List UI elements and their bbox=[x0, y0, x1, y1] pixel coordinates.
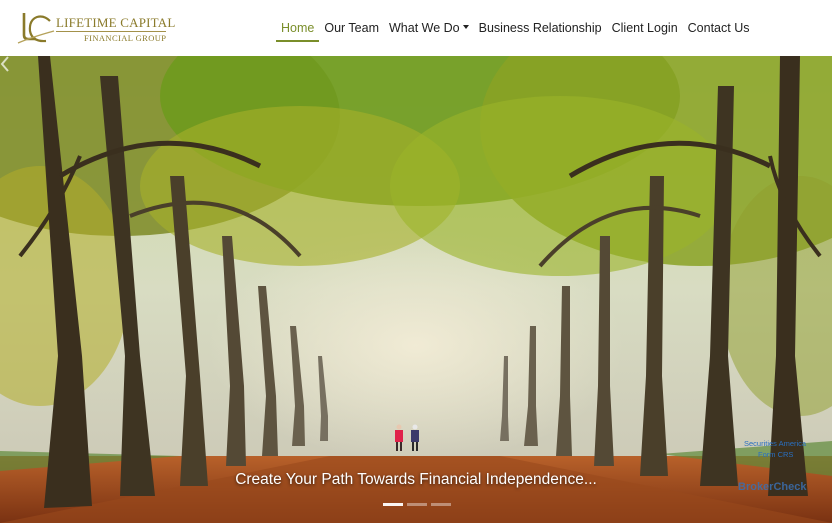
nav-what-we-do[interactable]: What We Do bbox=[384, 0, 474, 56]
nav-client-login-label: Client Login bbox=[611, 21, 678, 35]
carousel-indicator[interactable] bbox=[383, 503, 403, 506]
hero-tree-avenue-image bbox=[0, 56, 832, 523]
caret-down-icon bbox=[462, 24, 469, 29]
lc-monogram-icon bbox=[17, 13, 55, 44]
nav-our-team[interactable]: Our Team bbox=[319, 0, 384, 56]
broker-check-badge[interactable]: Securities America Form CRS BrokerCheck bbox=[738, 437, 828, 517]
site-logo[interactable]: LIFETIME CAPITAL FINANCIAL GROUP bbox=[16, 9, 175, 47]
nav-business-relationship[interactable]: Business Relationship bbox=[474, 0, 607, 56]
securities-america-link[interactable]: Securities America bbox=[744, 439, 806, 448]
brokercheck-logo[interactable]: BrokerCheck bbox=[738, 481, 806, 493]
nav-client-login[interactable]: Client Login bbox=[607, 0, 683, 56]
carousel-indicators bbox=[383, 503, 451, 506]
site-header: LIFETIME CAPITAL FINANCIAL GROUP Home Ou… bbox=[0, 0, 832, 56]
chevron-left-icon[interactable] bbox=[0, 56, 10, 72]
nav-home-label: Home bbox=[281, 21, 315, 35]
nav-contact-us-label: Contact Us bbox=[687, 21, 750, 35]
logo-title: LIFETIME CAPITAL bbox=[56, 15, 176, 30]
main-nav: Home Our Team What We Do Business Relati… bbox=[276, 0, 754, 56]
carousel-indicator[interactable] bbox=[407, 503, 427, 506]
hero-caption: Create Your Path Towards Financial Indep… bbox=[235, 471, 597, 488]
nav-home[interactable]: Home bbox=[276, 0, 320, 56]
hero-carousel: Create Your Path Towards Financial Indep… bbox=[0, 56, 832, 523]
form-crs-link[interactable]: Form CRS bbox=[758, 450, 793, 459]
nav-business-relationship-label: Business Relationship bbox=[478, 21, 602, 35]
nav-our-team-label: Our Team bbox=[324, 21, 379, 35]
nav-contact-us[interactable]: Contact Us bbox=[683, 0, 755, 56]
logo-subtitle: FINANCIAL GROUP bbox=[84, 33, 167, 43]
nav-what-we-do-label: What We Do bbox=[389, 21, 460, 35]
carousel-indicator[interactable] bbox=[431, 503, 451, 506]
logo-divider bbox=[56, 31, 166, 32]
